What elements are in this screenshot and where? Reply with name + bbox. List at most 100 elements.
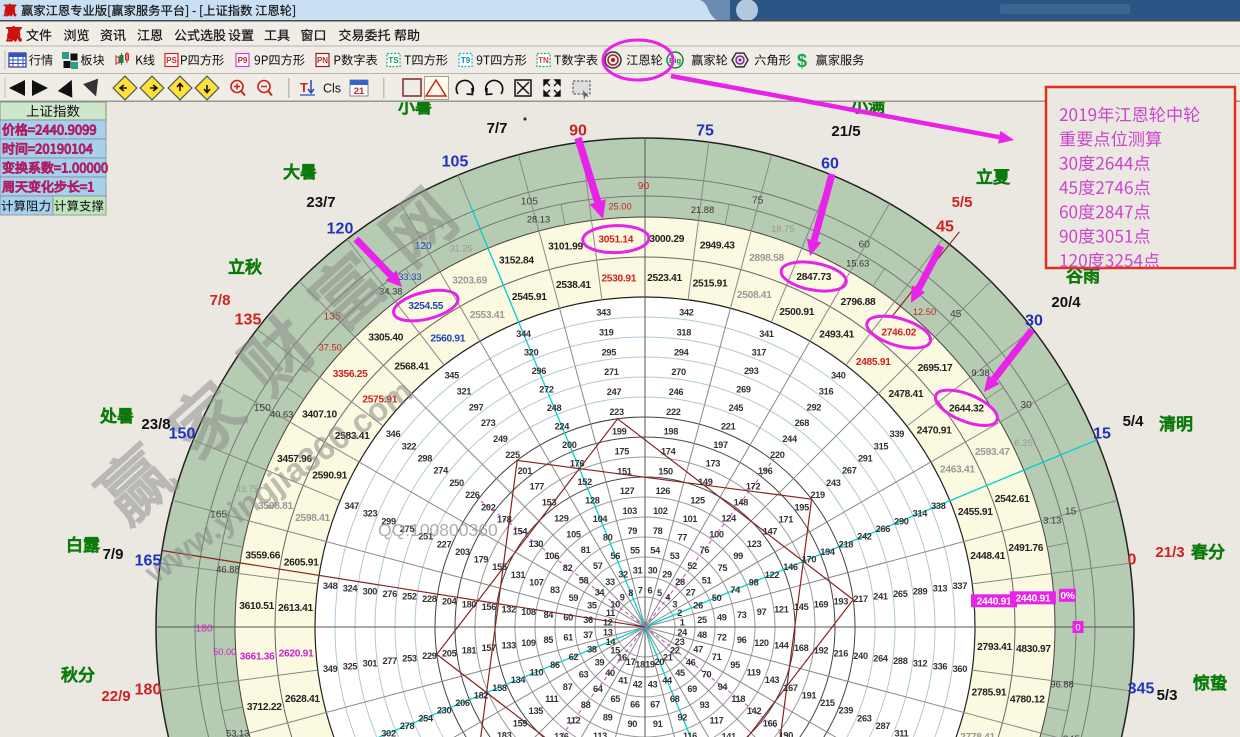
svg-text:204: 204 bbox=[442, 597, 458, 607]
svg-text:246: 246 bbox=[669, 387, 684, 397]
svg-text:174: 174 bbox=[661, 447, 677, 457]
svg-text:29: 29 bbox=[662, 569, 672, 579]
svg-text:90: 90 bbox=[638, 181, 650, 192]
svg-text:273: 273 bbox=[481, 418, 496, 428]
svg-text:190: 190 bbox=[779, 731, 794, 737]
svg-text:87: 87 bbox=[563, 682, 573, 692]
svg-text:119: 119 bbox=[747, 668, 761, 678]
svg-text:134: 134 bbox=[511, 675, 527, 685]
svg-text:175: 175 bbox=[615, 447, 630, 457]
svg-text:8: 8 bbox=[628, 588, 633, 598]
svg-text:21: 21 bbox=[354, 86, 365, 97]
svg-text:75: 75 bbox=[752, 196, 764, 207]
svg-text:22/9: 22/9 bbox=[101, 688, 130, 705]
svg-text:300: 300 bbox=[363, 586, 378, 596]
svg-text:320: 320 bbox=[524, 348, 539, 358]
svg-text:3661.36: 3661.36 bbox=[240, 652, 275, 663]
svg-text:2523.41: 2523.41 bbox=[647, 273, 682, 284]
svg-text:13: 13 bbox=[603, 627, 613, 637]
svg-text:96.88: 96.88 bbox=[1050, 680, 1073, 690]
svg-text:76: 76 bbox=[700, 545, 710, 555]
svg-text:135: 135 bbox=[529, 706, 544, 716]
svg-text:15: 15 bbox=[1093, 426, 1111, 443]
svg-text:2778.41: 2778.41 bbox=[960, 732, 995, 737]
svg-text:45: 45 bbox=[950, 309, 962, 320]
svg-text:180: 180 bbox=[462, 599, 477, 609]
svg-text:206: 206 bbox=[455, 698, 470, 708]
svg-text:290: 290 bbox=[894, 516, 909, 526]
svg-text:123: 123 bbox=[747, 539, 762, 549]
svg-text:36: 36 bbox=[583, 615, 593, 625]
svg-text:132: 132 bbox=[501, 605, 516, 615]
svg-text:2455.91: 2455.91 bbox=[958, 507, 993, 518]
svg-text:93: 93 bbox=[700, 700, 710, 710]
svg-text:2898.58: 2898.58 bbox=[749, 253, 784, 264]
svg-text:38: 38 bbox=[587, 645, 597, 655]
svg-text:277: 277 bbox=[382, 656, 397, 666]
svg-text:289: 289 bbox=[913, 586, 928, 596]
svg-text:151: 151 bbox=[617, 466, 632, 476]
svg-text:60: 60 bbox=[821, 156, 839, 173]
svg-text:343: 343 bbox=[596, 308, 611, 318]
svg-text:44: 44 bbox=[662, 676, 673, 686]
svg-text:39: 39 bbox=[595, 658, 605, 668]
svg-text:108: 108 bbox=[521, 607, 536, 617]
svg-text:221: 221 bbox=[721, 422, 736, 432]
svg-text:360: 360 bbox=[953, 664, 968, 674]
svg-text:31: 31 bbox=[633, 566, 643, 576]
svg-text:104: 104 bbox=[593, 514, 609, 524]
svg-text:63: 63 bbox=[579, 670, 589, 680]
svg-text:291: 291 bbox=[858, 454, 873, 464]
svg-text:341: 341 bbox=[759, 329, 774, 339]
svg-text:110: 110 bbox=[529, 668, 543, 678]
svg-text:31.25: 31.25 bbox=[449, 243, 472, 253]
svg-text:150: 150 bbox=[658, 466, 673, 476]
svg-text:2553.41: 2553.41 bbox=[470, 310, 505, 321]
svg-text:94: 94 bbox=[718, 682, 729, 692]
svg-text:240: 240 bbox=[853, 651, 868, 661]
svg-text:40.63: 40.63 bbox=[270, 409, 293, 419]
svg-text:121: 121 bbox=[774, 605, 789, 615]
svg-text:2605.91: 2605.91 bbox=[284, 558, 319, 569]
svg-text:263: 263 bbox=[857, 713, 872, 723]
svg-text:P9: P9 bbox=[238, 56, 248, 65]
svg-text:324: 324 bbox=[343, 584, 359, 594]
svg-text:3559.66: 3559.66 bbox=[245, 550, 280, 561]
svg-text:317: 317 bbox=[752, 348, 767, 358]
svg-text:102: 102 bbox=[653, 506, 668, 516]
svg-text:17: 17 bbox=[626, 657, 636, 667]
svg-text:105: 105 bbox=[521, 196, 538, 207]
svg-text:144: 144 bbox=[774, 640, 790, 650]
svg-text:173: 173 bbox=[706, 459, 721, 469]
svg-text:112: 112 bbox=[567, 716, 581, 726]
svg-text:205: 205 bbox=[442, 648, 457, 658]
svg-text:0%: 0% bbox=[1060, 591, 1074, 602]
svg-text:2470.91: 2470.91 bbox=[917, 425, 952, 436]
svg-text:243: 243 bbox=[826, 478, 841, 488]
svg-text:68: 68 bbox=[670, 694, 680, 704]
svg-text:242: 242 bbox=[857, 532, 872, 542]
svg-text:30: 30 bbox=[1020, 400, 1032, 411]
svg-text:54: 54 bbox=[650, 546, 661, 556]
svg-text:225: 225 bbox=[505, 450, 520, 460]
svg-text:2500.91: 2500.91 bbox=[779, 307, 814, 318]
svg-text:271: 271 bbox=[604, 367, 619, 377]
svg-text:79: 79 bbox=[627, 526, 637, 536]
svg-text:3712.22: 3712.22 bbox=[247, 702, 282, 713]
svg-text:3000.29: 3000.29 bbox=[649, 234, 684, 245]
svg-text:56: 56 bbox=[610, 551, 620, 561]
svg-text:159: 159 bbox=[513, 718, 528, 728]
svg-text:45: 45 bbox=[675, 668, 685, 678]
svg-text:136: 136 bbox=[554, 732, 569, 737]
svg-text:30: 30 bbox=[648, 566, 658, 576]
svg-text:$: $ bbox=[797, 51, 807, 71]
svg-text:143: 143 bbox=[765, 675, 780, 685]
svg-text:120: 120 bbox=[327, 221, 354, 238]
svg-text:315: 315 bbox=[874, 441, 889, 451]
svg-text:301: 301 bbox=[363, 659, 378, 669]
svg-text:141: 141 bbox=[721, 732, 736, 737]
svg-text:66: 66 bbox=[630, 699, 640, 709]
svg-text:120: 120 bbox=[754, 638, 769, 648]
svg-text:40: 40 bbox=[605, 668, 615, 678]
svg-text:47: 47 bbox=[693, 645, 703, 655]
